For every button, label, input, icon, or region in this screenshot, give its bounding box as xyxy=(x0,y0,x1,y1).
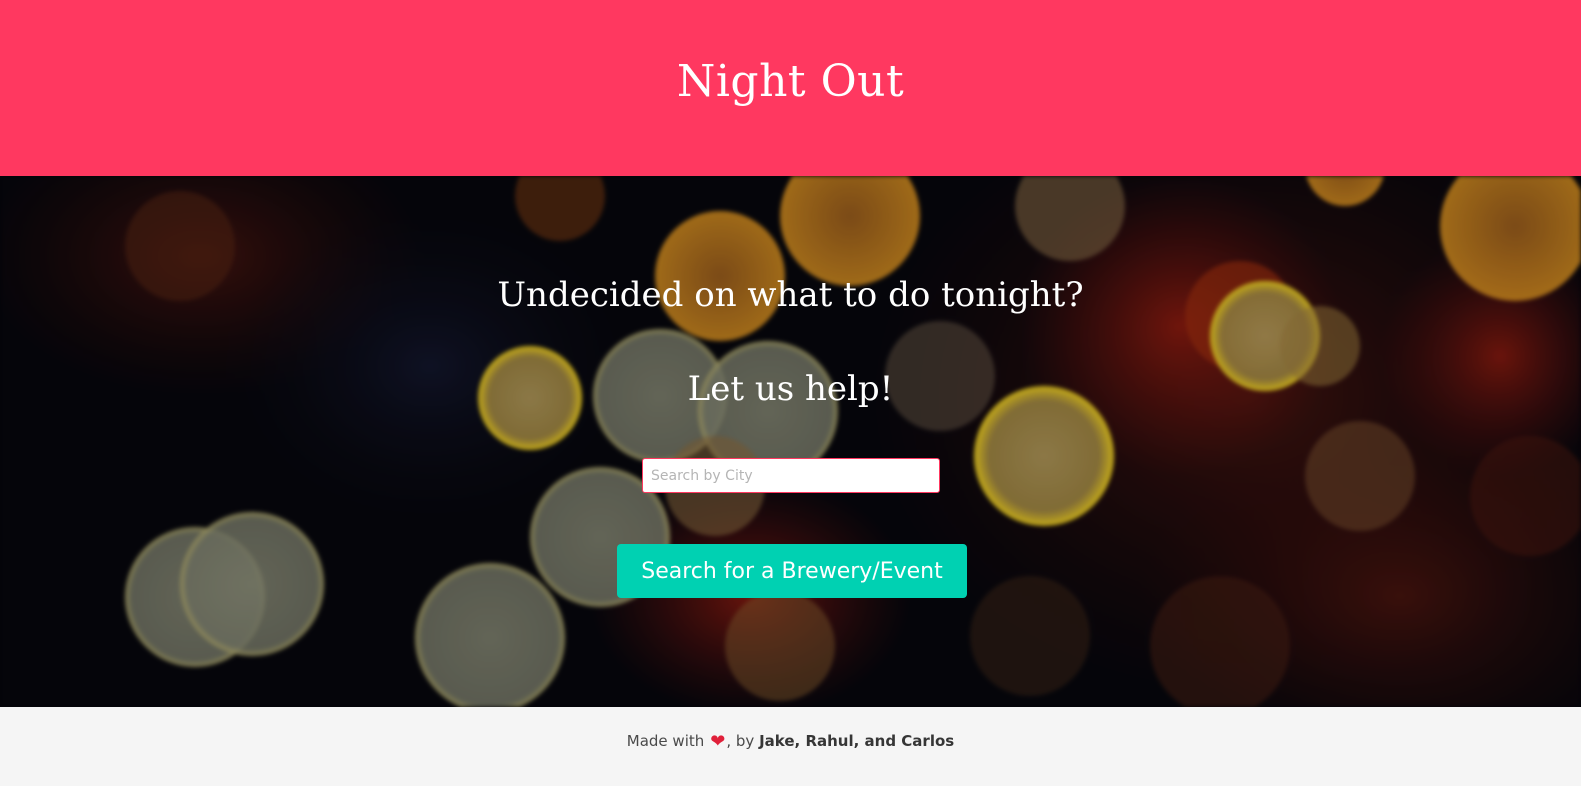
footer-made-with: Made with xyxy=(626,732,705,750)
hero-headline: Undecided on what to do tonight? xyxy=(497,275,1084,315)
hero-section: Undecided on what to do tonight? Let us … xyxy=(0,176,1581,707)
hero-overlay xyxy=(0,176,1581,707)
footer-by: , by xyxy=(726,732,755,750)
footer-credit: Made with ❤, by Jake, Rahul, and Carlos xyxy=(627,731,954,752)
site-title: Night Out xyxy=(676,55,905,107)
search-brewery-event-button[interactable]: Search for a Brewery/Event xyxy=(617,544,967,598)
site-footer: Made with ❤, by Jake, Rahul, and Carlos xyxy=(0,707,1581,786)
footer-authors: Jake, Rahul, and Carlos xyxy=(759,732,955,750)
hero-subheadline: Let us help! xyxy=(687,369,894,409)
heart-icon: ❤ xyxy=(710,731,726,752)
site-header: Night Out xyxy=(0,0,1581,176)
city-search-input[interactable] xyxy=(642,458,940,493)
